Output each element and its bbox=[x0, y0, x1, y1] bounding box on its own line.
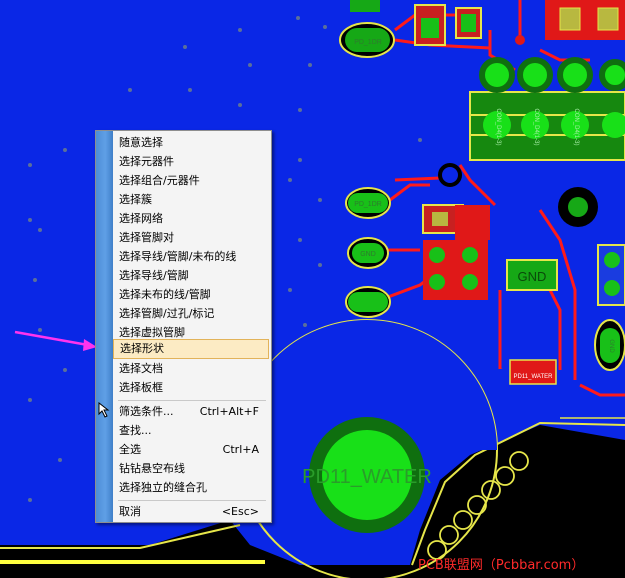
connector-block: CON_D4(1-3) CON_D4(1-3) CON_D4(1-3) bbox=[469, 57, 625, 161]
menu-item-select-board-outline[interactable]: 选择板框 bbox=[113, 378, 269, 397]
svg-text:GND: GND bbox=[518, 269, 547, 284]
svg-text:CON_D4(1-3): CON_D4(1-3) bbox=[495, 108, 501, 145]
menu-item-drill-floating-traces[interactable]: 钻钻悬空布线 bbox=[113, 459, 269, 478]
menu-item-filter[interactable]: 筛选条件... Ctrl+Alt+F bbox=[113, 402, 269, 421]
svg-text:PD11_WATER: PD11_WATER bbox=[514, 374, 554, 380]
menu-item-select-traces-pins-unrouted[interactable]: 选择导线/管脚/未布的线 bbox=[113, 247, 269, 266]
menu-item-select-nets[interactable]: 选择网络 bbox=[113, 209, 269, 228]
menu-item-select-traces-pins[interactable]: 选择导线/管脚 bbox=[113, 266, 269, 285]
svg-text:PD_1DR: PD_1DR bbox=[354, 39, 382, 46]
menu-item-random-select[interactable]: 随意选择 bbox=[113, 133, 269, 152]
watermark-text: PCB联盟网（Pcbbar.com） bbox=[418, 558, 585, 573]
menu-item-select-documents[interactable]: 选择文档 bbox=[113, 359, 269, 378]
context-menu: 随意选择 选择元器件 选择组合/元器件 选择簇 选择网络 选择管脚对 选择导线/… bbox=[95, 130, 272, 523]
board-edge-bottom bbox=[0, 560, 265, 564]
mouse-cursor-icon bbox=[98, 402, 110, 418]
svg-text:PD_1DR: PD_1DR bbox=[354, 201, 382, 208]
menu-item-select-shapes[interactable]: 选择形状 bbox=[113, 339, 269, 359]
menu-icon-gutter bbox=[96, 131, 113, 522]
svg-text:PD11_WATER: PD11_WATER bbox=[302, 466, 432, 488]
svg-text:GND: GND bbox=[608, 339, 614, 353]
menu-item-select-pin-pairs[interactable]: 选择管脚对 bbox=[113, 228, 269, 247]
svg-text:CON_D4(1-3): CON_D4(1-3) bbox=[533, 108, 539, 145]
menu-item-cancel[interactable]: 取消 <Esc> bbox=[113, 502, 269, 521]
menu-item-select-clusters[interactable]: 选择簇 bbox=[113, 190, 269, 209]
menu-item-find[interactable]: 查找... bbox=[113, 421, 269, 440]
menu-item-select-groups[interactable]: 选择组合/元器件 bbox=[113, 171, 269, 190]
menu-item-select-unrouted-pins[interactable]: 选择未布的线/管脚 bbox=[113, 285, 269, 304]
menu-separator bbox=[118, 400, 266, 401]
menu-item-select-all[interactable]: 全选 Ctrl+A bbox=[113, 440, 269, 459]
pcb-canvas[interactable]: PD_1DR CON_D4(1-3) CON_D4(1-3) CON_D4(1-… bbox=[0, 0, 625, 578]
menu-item-select-stitching-vias[interactable]: 选择独立的缝合孔 bbox=[113, 478, 269, 497]
menu-item-select-components[interactable]: 选择元器件 bbox=[113, 152, 269, 171]
menu-item-select-pins-vias-marks[interactable]: 选择管脚/过孔/标记 bbox=[113, 304, 269, 323]
svg-text:GND: GND bbox=[360, 251, 376, 258]
svg-text:CON_D4(1-3): CON_D4(1-3) bbox=[573, 108, 579, 145]
menu-separator bbox=[118, 500, 266, 501]
